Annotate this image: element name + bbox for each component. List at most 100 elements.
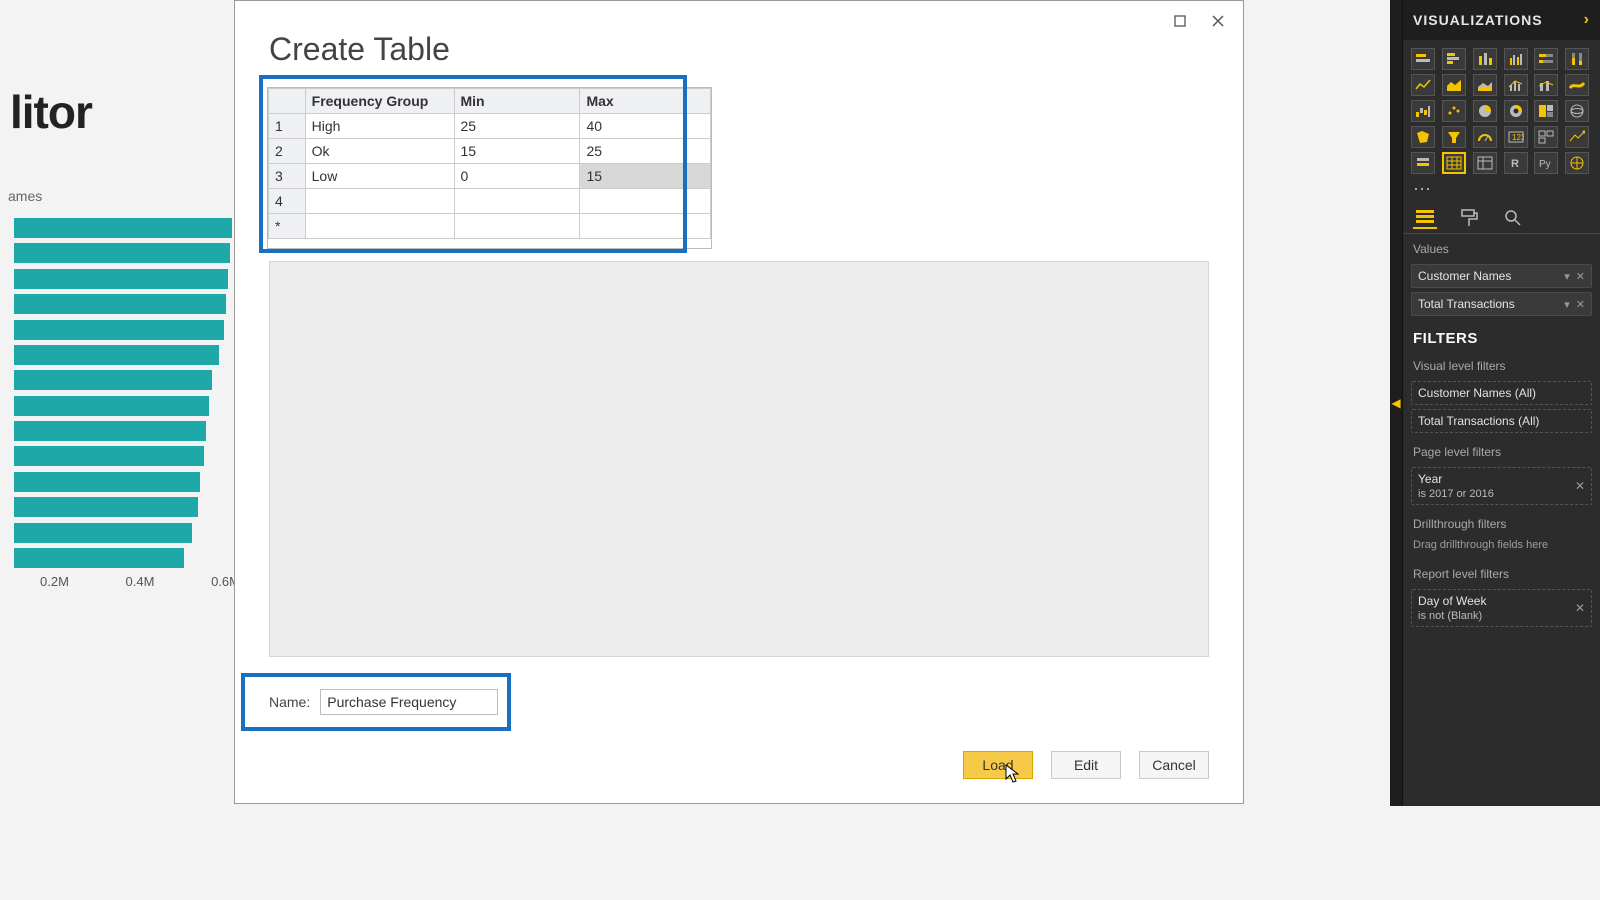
- grid-corner[interactable]: [269, 89, 306, 114]
- cell-selected[interactable]: 15: [580, 164, 711, 189]
- col-header-frequency-group[interactable]: Frequency Group: [305, 89, 454, 114]
- table-row[interactable]: 1 High 25 40: [269, 114, 711, 139]
- table-row[interactable]: 2 Ok 15 25: [269, 139, 711, 164]
- viz-r-visual[interactable]: R: [1504, 152, 1528, 174]
- viz-scatter[interactable]: [1442, 100, 1466, 122]
- viz-table[interactable]: [1442, 152, 1466, 174]
- line-clustered-icon: [1508, 78, 1524, 92]
- col-header-max[interactable]: Max: [580, 89, 711, 114]
- row-num: 4: [269, 189, 306, 214]
- more-icon[interactable]: ···: [1403, 178, 1600, 199]
- stacked-bar-icon: [1415, 52, 1431, 66]
- filter-item[interactable]: Total Transactions (All): [1411, 409, 1592, 433]
- table-row[interactable]: 3 Low 0 15: [269, 164, 711, 189]
- cell[interactable]: 25: [454, 114, 580, 139]
- cell[interactable]: 40: [580, 114, 711, 139]
- page-title-fragment: litor: [10, 85, 92, 139]
- svg-text:Py: Py: [1539, 159, 1551, 170]
- pie-icon: [1477, 104, 1493, 118]
- chevron-right-icon[interactable]: ›: [1584, 11, 1590, 29]
- cell[interactable]: Ok: [305, 139, 454, 164]
- edit-button[interactable]: Edit: [1051, 751, 1121, 779]
- matrix-icon: [1477, 156, 1493, 170]
- filter-item[interactable]: Customer Names (All): [1411, 381, 1592, 405]
- table-row[interactable]: 4: [269, 189, 711, 214]
- cell[interactable]: [454, 189, 580, 214]
- cell[interactable]: [580, 214, 711, 239]
- page-filters-label: Page level filters: [1403, 437, 1600, 463]
- cell[interactable]: Low: [305, 164, 454, 189]
- chevron-down-icon[interactable]: ▾: [1564, 298, 1570, 311]
- filter-label: Day of Week: [1418, 594, 1486, 608]
- gauge-icon: [1477, 130, 1493, 144]
- table-row-new[interactable]: *: [269, 214, 711, 239]
- viz-type-grid: 123 R Py: [1403, 40, 1600, 182]
- viz-donut[interactable]: [1504, 100, 1528, 122]
- viz-stacked-area[interactable]: [1473, 74, 1497, 96]
- filter-item[interactable]: Year is 2017 or 2016 ✕: [1411, 467, 1592, 505]
- viz-line-clustered[interactable]: [1504, 74, 1528, 96]
- viz-ribbon[interactable]: [1565, 74, 1589, 96]
- viz-py-visual[interactable]: Py: [1534, 152, 1558, 174]
- viz-stacked-100-bar[interactable]: [1534, 48, 1558, 70]
- viz-multi-card[interactable]: [1534, 126, 1558, 148]
- visual-filters-label: Visual level filters: [1403, 351, 1600, 377]
- analytics-tab[interactable]: [1501, 207, 1525, 229]
- cancel-button[interactable]: Cancel: [1139, 751, 1209, 779]
- viz-card[interactable]: 123: [1504, 126, 1528, 148]
- waterfall-icon: [1415, 104, 1431, 118]
- format-tab[interactable]: [1457, 207, 1481, 229]
- filter-item[interactable]: Day of Week is not (Blank) ✕: [1411, 589, 1592, 627]
- viz-area[interactable]: [1442, 74, 1466, 96]
- chart-bar: [14, 396, 209, 416]
- cell[interactable]: High: [305, 114, 454, 139]
- viz-clustered-bar[interactable]: [1442, 48, 1466, 70]
- cell[interactable]: [305, 189, 454, 214]
- viz-line-stacked[interactable]: [1534, 74, 1558, 96]
- value-pill[interactable]: Total Transactions ▾✕: [1411, 292, 1592, 316]
- viz-stacked-bar[interactable]: [1411, 48, 1435, 70]
- viz-pie[interactable]: [1473, 100, 1497, 122]
- viz-stacked-column[interactable]: [1473, 48, 1497, 70]
- viz-waterfall[interactable]: [1411, 100, 1435, 122]
- panel-header: VISUALIZATIONS: [1413, 12, 1543, 28]
- cell[interactable]: 0: [454, 164, 580, 189]
- filters-header: FILTERS: [1403, 320, 1600, 351]
- data-grid[interactable]: Frequency Group Min Max 1 High 25 40 2 O…: [267, 87, 712, 249]
- chevron-down-icon[interactable]: ▾: [1564, 270, 1570, 283]
- chart-bar: [14, 243, 230, 263]
- panel-collapse-strip[interactable]: ◀: [1390, 0, 1402, 806]
- drillthrough-label: Drillthrough filters: [1403, 509, 1600, 535]
- viz-slicer[interactable]: [1411, 152, 1435, 174]
- viz-clustered-column[interactable]: [1504, 48, 1528, 70]
- clustered-column-icon: [1508, 52, 1524, 66]
- remove-icon[interactable]: ✕: [1575, 479, 1585, 493]
- cell[interactable]: [580, 189, 711, 214]
- viz-treemap[interactable]: [1534, 100, 1558, 122]
- viz-matrix[interactable]: [1473, 152, 1497, 174]
- viz-kpi[interactable]: [1565, 126, 1589, 148]
- value-pill[interactable]: Customer Names ▾✕: [1411, 264, 1592, 288]
- viz-map[interactable]: [1565, 100, 1589, 122]
- viz-funnel[interactable]: [1442, 126, 1466, 148]
- fields-tab[interactable]: [1413, 207, 1437, 229]
- col-header-min[interactable]: Min: [454, 89, 580, 114]
- remove-icon[interactable]: ✕: [1575, 601, 1585, 615]
- cell[interactable]: 25: [580, 139, 711, 164]
- load-button[interactable]: Load: [963, 751, 1033, 779]
- maximize-button[interactable]: [1161, 6, 1199, 36]
- viz-stacked-100-column[interactable]: [1565, 48, 1589, 70]
- cell[interactable]: [305, 214, 454, 239]
- viz-globe[interactable]: [1565, 152, 1589, 174]
- cell[interactable]: [454, 214, 580, 239]
- viz-gauge[interactable]: [1473, 126, 1497, 148]
- name-input[interactable]: [320, 689, 498, 715]
- close-button[interactable]: [1199, 6, 1237, 36]
- cell[interactable]: 15: [454, 139, 580, 164]
- filled-map-icon: [1415, 130, 1431, 144]
- viz-line[interactable]: [1411, 74, 1435, 96]
- remove-icon[interactable]: ✕: [1576, 298, 1585, 311]
- chart-bar: [14, 269, 228, 289]
- remove-icon[interactable]: ✕: [1576, 270, 1585, 283]
- viz-filled-map[interactable]: [1411, 126, 1435, 148]
